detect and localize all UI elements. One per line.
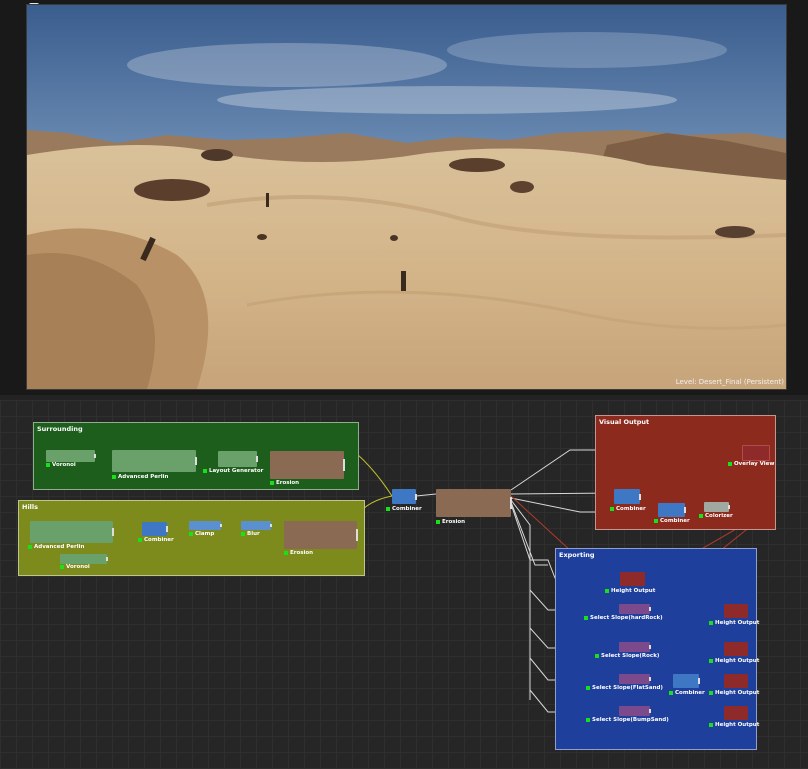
node-blur[interactable]	[241, 521, 272, 530]
node-label: Combiner	[386, 506, 422, 512]
node-label: Combiner	[654, 518, 690, 524]
node-label: Erosion	[270, 480, 299, 486]
node-label: Advanced Perlin	[112, 474, 168, 480]
node-colorizer[interactable]	[704, 502, 730, 512]
node-label: Combiner	[610, 506, 646, 512]
node-label: Erosion	[436, 519, 465, 525]
node-label: Height Output	[709, 690, 759, 696]
node-label: Height Output	[605, 588, 655, 594]
node-erosion[interactable]	[436, 489, 512, 517]
node-select-slope-hardrock[interactable]	[619, 604, 651, 614]
node-select-slope-flatsand[interactable]	[619, 674, 651, 684]
node-label: Blur	[241, 531, 260, 537]
node-select-slope-bumpsand[interactable]	[619, 706, 651, 716]
node-combiner[interactable]	[673, 674, 700, 688]
group-title: Visual Output	[599, 418, 650, 426]
node-label: Select Slope(BumpSand)	[586, 717, 669, 723]
node-voronoi[interactable]	[46, 450, 96, 462]
node-layout-generator[interactable]	[218, 451, 258, 467]
node-label: Height Output	[709, 620, 759, 626]
node-label: Overlay View	[728, 461, 775, 467]
node-height-output[interactable]	[620, 572, 645, 586]
node-label: Select Slope(FlatSand)	[586, 685, 663, 691]
node-label: Voronoi	[46, 462, 76, 468]
level-name-label: Level: Desert_Final (Persistent)	[675, 378, 784, 386]
group-title: Hills	[22, 503, 38, 511]
node-height-output[interactable]	[724, 604, 748, 618]
node-combiner[interactable]	[658, 503, 686, 517]
node-label: Colorizer	[699, 513, 733, 519]
group-title: Surrounding	[37, 425, 83, 433]
node-label: Select Slope(hardRock)	[584, 615, 663, 621]
node-label: Combiner	[138, 537, 174, 543]
node-clamp[interactable]	[189, 521, 222, 530]
node-label: Select Slope(Rock)	[595, 653, 659, 659]
node-label: Height Output	[709, 722, 759, 728]
node-height-output[interactable]	[724, 706, 748, 720]
node-select-slope-rock[interactable]	[619, 642, 651, 652]
node-combiner[interactable]	[392, 489, 417, 504]
node-height-output[interactable]	[724, 674, 748, 688]
node-label: Combiner	[669, 690, 705, 696]
node-label: Clamp	[189, 531, 214, 537]
node-erosion[interactable]	[270, 451, 345, 479]
node-combiner[interactable]	[142, 522, 168, 536]
node-erosion[interactable]	[284, 521, 358, 549]
group-title: Exporting	[559, 551, 595, 559]
node-label: Layout Generator	[203, 468, 263, 474]
node-advanced-perlin[interactable]	[30, 521, 114, 543]
node-label: Height Output	[709, 658, 759, 664]
level-viewport[interactable]: ▾	[0, 0, 808, 395]
node-label: Erosion	[284, 550, 313, 556]
node-voronoi[interactable]	[60, 554, 108, 564]
node-label: Advanced Perlin	[28, 544, 84, 550]
node-advanced-perlin[interactable]	[112, 450, 197, 472]
node-height-output[interactable]	[724, 642, 748, 656]
node-label: Voronoi	[60, 564, 90, 570]
node-combiner[interactable]	[614, 489, 641, 504]
desert-landscape-render	[26, 4, 787, 390]
node-overlay-view[interactable]	[742, 445, 770, 461]
node-graph-editor[interactable]: Surrounding Voronoi Advanced Perlin Layo…	[0, 400, 808, 769]
